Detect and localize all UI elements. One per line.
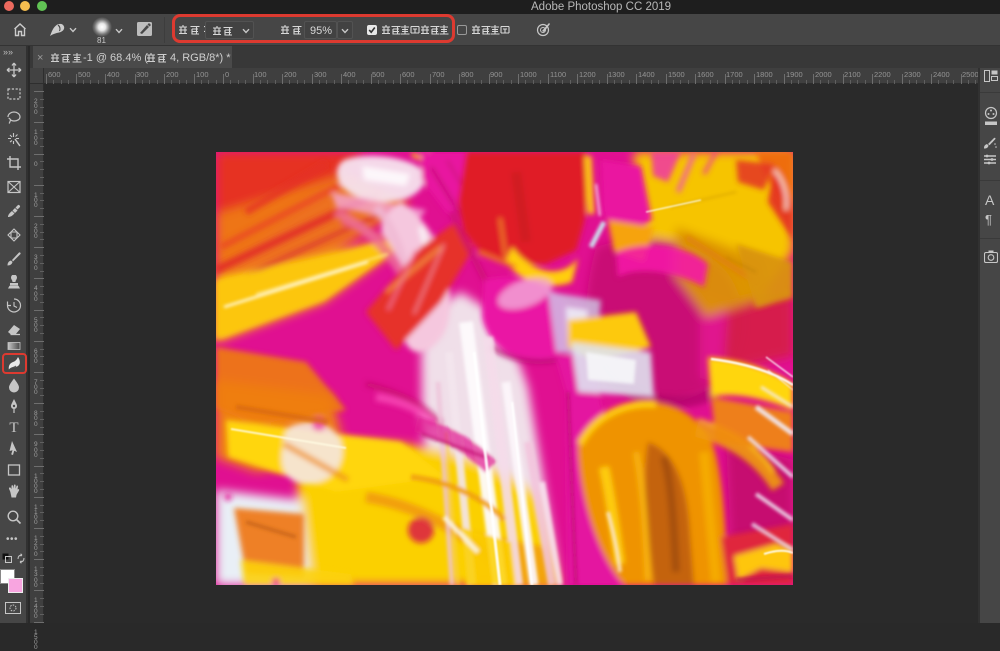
svg-text:T: T — [9, 420, 18, 435]
